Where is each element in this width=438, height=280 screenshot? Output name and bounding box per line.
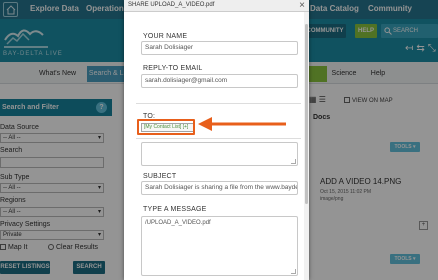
message-text: /UPLOAD_A_VIDEO.pdf <box>145 220 211 226</box>
your-name-field[interactable]: Sarah Dolisiager <box>141 41 298 55</box>
close-icon[interactable]: × <box>299 0 305 12</box>
modal-titlebar: SHARE UPLOAD_A_VIDEO.pdf × <box>124 0 309 12</box>
your-name-label: YOUR NAME <box>143 33 188 40</box>
scrollbar-thumb[interactable] <box>305 24 308 204</box>
annotation-arrow-icon <box>198 117 286 131</box>
resize-grip-icon[interactable] <box>291 159 296 164</box>
modal-scrollbar[interactable] <box>304 12 309 280</box>
resize-grip-icon[interactable] <box>291 269 296 274</box>
reply-to-label: REPLY-TO EMAIL <box>143 65 203 72</box>
subject-field[interactable]: Sarah Dolisiager is sharing a file from … <box>141 181 298 195</box>
message-textarea[interactable]: /UPLOAD_A_VIDEO.pdf <box>141 216 298 276</box>
subject-label: SUBJECT <box>143 173 177 180</box>
divider <box>136 138 301 139</box>
message-label: TYPE A MESSAGE <box>143 206 207 213</box>
recipients-textarea[interactable] <box>141 142 298 166</box>
reply-to-field[interactable]: sarah.dolisiager@gmail.com <box>141 74 298 88</box>
divider <box>136 103 301 104</box>
share-modal: SHARE UPLOAD_A_VIDEO.pdf × YOUR NAME Sar… <box>124 0 309 280</box>
annotation-highlight-box <box>137 119 195 135</box>
modal-title: SHARE UPLOAD_A_VIDEO.pdf <box>128 2 215 8</box>
